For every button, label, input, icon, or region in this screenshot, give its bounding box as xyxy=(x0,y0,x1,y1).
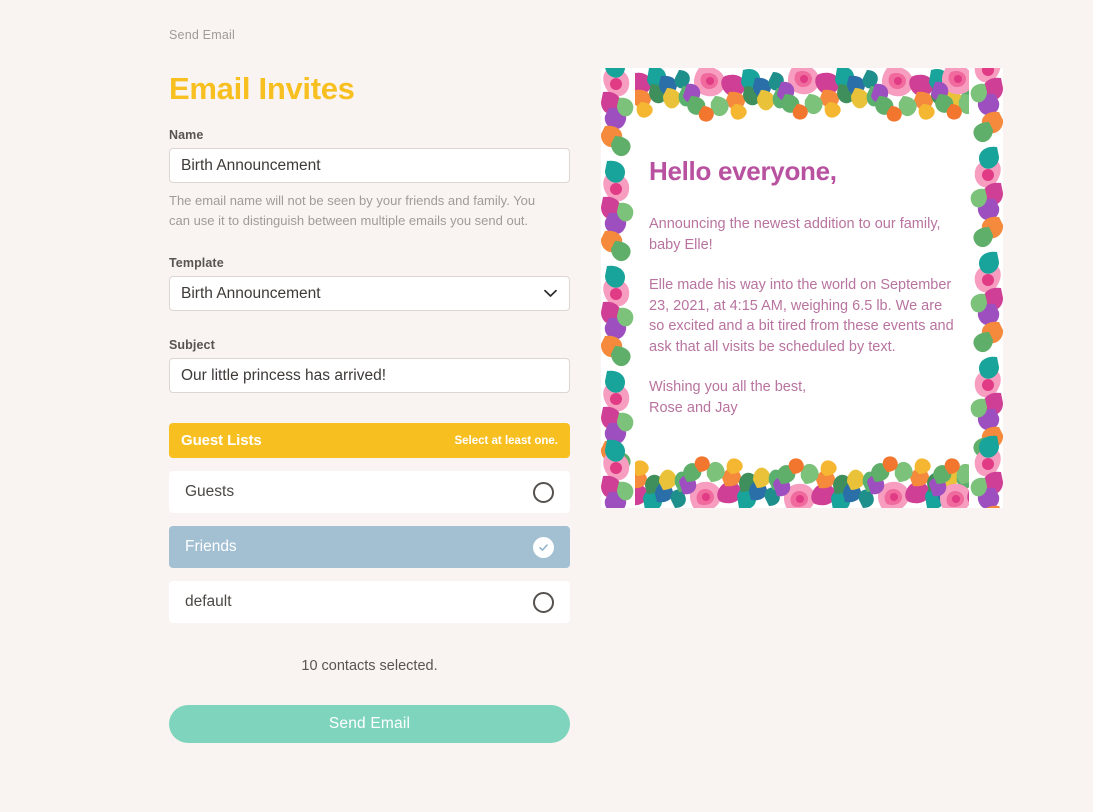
floral-border-bottom-icon xyxy=(601,453,1003,508)
send-email-button[interactable]: Send Email xyxy=(169,705,570,744)
page-title: Email Invites xyxy=(169,71,355,106)
breadcrumb: Send Email xyxy=(169,28,235,42)
email-invites-page: Send Email Email Invites Name The email … xyxy=(0,0,1093,812)
name-helper-text: The email name will not be seen by your … xyxy=(169,193,536,229)
guest-lists-hint: Select at least one. xyxy=(454,434,558,447)
name-input[interactable] xyxy=(169,148,570,183)
floral-border-right-icon xyxy=(969,68,1003,508)
radio-selected-check-icon[interactable] xyxy=(533,536,554,558)
email-form-column: Send Email Email Invites Name The email … xyxy=(169,0,570,744)
guest-lists-title: Guest Lists xyxy=(181,432,262,450)
contacts-selected-count: 10 contacts selected. xyxy=(301,658,438,675)
list-item-label: Guests xyxy=(185,483,235,501)
field-group-template: Template xyxy=(169,256,570,312)
floral-border-top-icon xyxy=(601,68,1003,126)
guest-list-row-friends[interactable]: Friends xyxy=(169,526,570,569)
field-group-subject: Subject xyxy=(169,338,570,394)
preview-paragraph: Announcing the newest addition to our fa… xyxy=(649,216,941,253)
name-label: Name xyxy=(169,128,204,142)
preview-heading: Hello everyone, xyxy=(649,156,837,186)
guest-list-row-default[interactable]: default xyxy=(169,581,570,624)
preview-paragraph: Elle made his way into the world on Sept… xyxy=(649,277,954,355)
guest-list-row-guests[interactable]: Guests xyxy=(169,471,570,514)
email-preview-body: Hello everyone, Announcing the newest ad… xyxy=(649,156,959,419)
list-item-label: default xyxy=(185,593,232,611)
template-label: Template xyxy=(169,256,224,271)
template-select-wrapper xyxy=(169,276,570,312)
list-item-label: Friends xyxy=(185,538,237,556)
template-select[interactable] xyxy=(169,276,570,312)
floral-border-left-icon xyxy=(601,68,635,508)
field-group-name: Name The email name will not be seen by … xyxy=(169,128,570,231)
subject-label: Subject xyxy=(169,338,215,353)
preview-signoff: Wishing you all the best, Rose and Jay xyxy=(649,379,807,417)
email-preview-card: Hello everyone, Announcing the newest ad… xyxy=(601,68,1003,508)
guest-lists-header: Guest Lists Select at least one. xyxy=(169,423,570,459)
guest-lists-section: Guest Lists Select at least one. Guests … xyxy=(169,423,570,624)
radio-unselected-icon[interactable] xyxy=(533,481,554,503)
radio-unselected-icon[interactable] xyxy=(533,591,554,613)
subject-input[interactable] xyxy=(169,358,570,394)
